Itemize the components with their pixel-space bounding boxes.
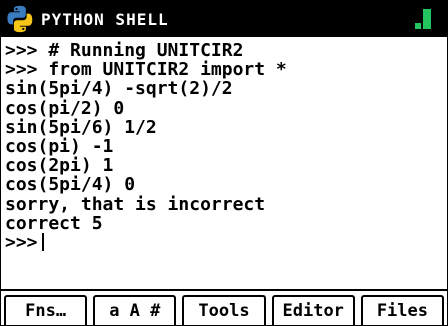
console-line: cos(2pi) 1 (5, 155, 114, 177)
python-logo-icon (7, 5, 33, 33)
softkey-bar: Fns… a A # Tools Editor Files (1, 289, 447, 325)
console-line: cos(pi) -1 (5, 135, 114, 157)
editor-button[interactable]: Editor (271, 295, 355, 325)
prompt: >>> (5, 231, 38, 253)
title-bar: PYTHON SHELL (1, 1, 447, 37)
chars-button[interactable]: a A # (93, 295, 177, 325)
console-line: cos(5pi/4) 0 (5, 174, 136, 196)
tools-button[interactable]: Tools (182, 295, 266, 325)
shell-output[interactable]: >>> # Running UNITCIR2 >>> from UNITCIR2… (5, 41, 443, 283)
text-cursor (41, 232, 44, 251)
console-line: sin(5pi/4) -sqrt(2)/2 (5, 78, 233, 100)
console-line: correct 5 (5, 212, 103, 234)
console-line: sorry, that is incorrect (5, 193, 266, 215)
console-line: sin(5pi/6) 1/2 (5, 116, 157, 138)
console-line: >>> # Running UNITCIR2 (5, 41, 244, 61)
calculator-screen: PYTHON SHELL >>> # Running UNITCIR2 >>> … (0, 0, 448, 326)
files-button[interactable]: Files (360, 295, 445, 325)
shell-title: PYTHON SHELL (41, 9, 169, 29)
fns-button[interactable]: Fns… (4, 295, 88, 325)
battery-icon (415, 9, 437, 29)
console-line: >>> from UNITCIR2 import * (5, 59, 287, 81)
console-line: cos(pi/2) 0 (5, 97, 125, 119)
prompt-line[interactable]: >>> (5, 233, 443, 252)
